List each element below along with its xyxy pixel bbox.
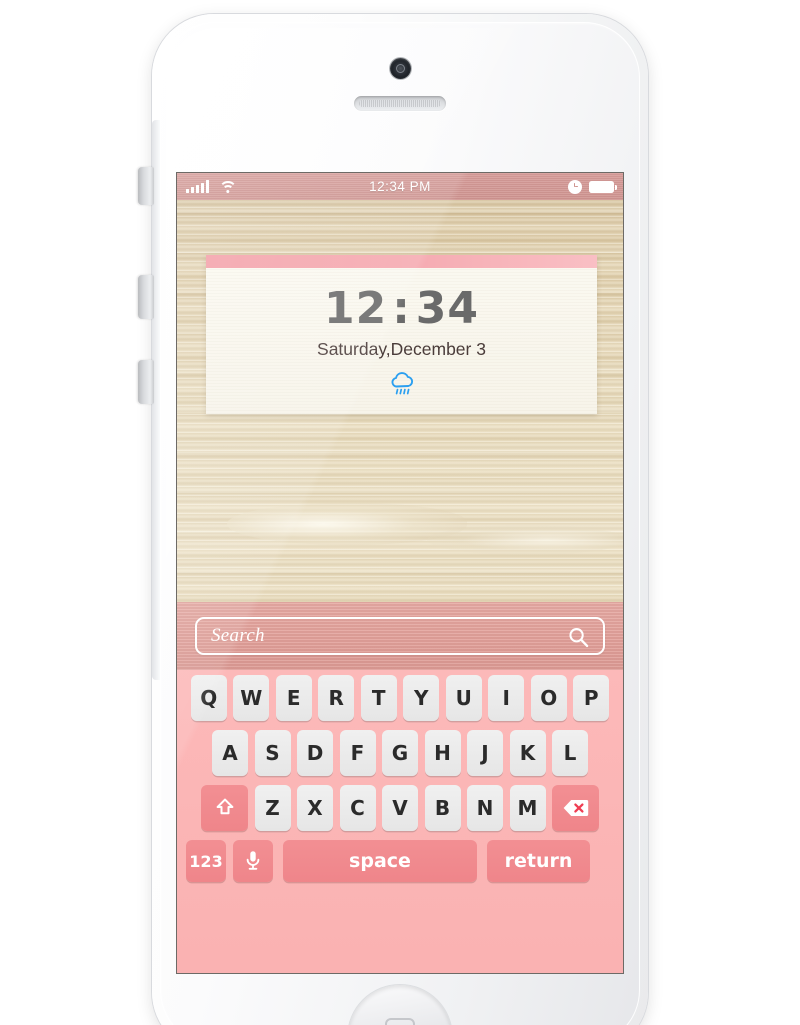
key-u[interactable]: U bbox=[445, 675, 482, 721]
keyboard-row-4: 123 space return bbox=[177, 840, 623, 882]
key-y[interactable]: Y bbox=[403, 675, 440, 721]
keyboard-row-1: Q W E R T Y U I O P bbox=[177, 675, 623, 721]
key-d[interactable]: D bbox=[297, 730, 333, 776]
volume-down-button[interactable] bbox=[138, 360, 154, 404]
battery-icon bbox=[589, 180, 618, 193]
keyboard-row-3: Z X C V B N M bbox=[177, 785, 623, 831]
key-a[interactable]: A bbox=[212, 730, 248, 776]
status-bar: 12:34 PM bbox=[177, 173, 623, 200]
return-key[interactable]: return bbox=[487, 840, 590, 882]
widget-colon: : bbox=[392, 283, 411, 334]
alarm-clock-icon bbox=[568, 179, 582, 194]
numeric-key[interactable]: 123 bbox=[186, 840, 226, 882]
shift-key[interactable] bbox=[201, 785, 248, 831]
key-c[interactable]: C bbox=[339, 785, 376, 831]
earpiece-mesh bbox=[359, 100, 441, 107]
key-n[interactable]: N bbox=[467, 785, 503, 831]
widget-clock-time: 12:34 bbox=[206, 283, 597, 334]
volume-up-button[interactable] bbox=[138, 275, 154, 319]
key-e[interactable]: E bbox=[275, 675, 312, 721]
magnifier-icon[interactable] bbox=[567, 626, 590, 649]
mute-switch[interactable] bbox=[138, 167, 154, 205]
clock-weather-widget[interactable]: 12:34 Saturday,December 3 bbox=[206, 255, 597, 414]
key-l[interactable]: L bbox=[552, 730, 588, 776]
key-b[interactable]: B bbox=[424, 785, 461, 831]
key-h[interactable]: H bbox=[424, 730, 461, 776]
search-placeholder-text: Search bbox=[211, 625, 265, 646]
widget-minutes: 34 bbox=[415, 283, 480, 334]
key-v[interactable]: V bbox=[382, 785, 418, 831]
home-button-square-icon bbox=[385, 1018, 415, 1025]
microphone-icon bbox=[246, 851, 260, 870]
shift-arrow-icon bbox=[216, 798, 233, 815]
widget-date-label: Saturday,December 3 bbox=[317, 339, 486, 359]
phone-screen: 12:34 PM 12:34 Saturday,December 3 Searc… bbox=[177, 173, 623, 973]
key-o[interactable]: O bbox=[530, 675, 567, 721]
key-x[interactable]: X bbox=[297, 785, 333, 831]
key-m[interactable]: M bbox=[509, 785, 546, 831]
key-i[interactable]: I bbox=[488, 675, 525, 721]
keyboard-row-2: A S D F G H J K L bbox=[177, 730, 623, 776]
microphone-key[interactable] bbox=[233, 840, 273, 882]
key-g[interactable]: G bbox=[382, 730, 418, 776]
key-s[interactable]: S bbox=[254, 730, 291, 776]
widget-hours: 12 bbox=[323, 283, 388, 334]
screenshot-root: 12:34 PM 12:34 Saturday,December 3 Searc… bbox=[0, 0, 800, 1025]
space-key[interactable]: space bbox=[283, 840, 477, 882]
key-z[interactable]: Z bbox=[254, 785, 291, 831]
delete-key[interactable] bbox=[552, 785, 599, 831]
key-w[interactable]: W bbox=[233, 675, 270, 721]
key-q[interactable]: Q bbox=[190, 675, 227, 721]
wood-grain-knot-secondary bbox=[427, 525, 623, 555]
status-bar-time: 12:34 PM bbox=[369, 179, 431, 194]
key-t[interactable]: T bbox=[360, 675, 397, 721]
status-bar-right-icons bbox=[568, 179, 618, 194]
key-p[interactable]: P bbox=[573, 675, 610, 721]
key-k[interactable]: K bbox=[509, 730, 546, 776]
rain-cloud-icon bbox=[391, 372, 413, 395]
backspace-delete-icon bbox=[563, 800, 588, 816]
key-j[interactable]: J bbox=[467, 730, 503, 776]
widget-weather bbox=[206, 371, 597, 398]
key-r[interactable]: R bbox=[318, 675, 355, 721]
search-input[interactable]: Search bbox=[195, 617, 605, 655]
front-camera-ring bbox=[396, 64, 405, 73]
onscreen-keyboard: Q W E R T Y U I O P A S D F G H J K L Z … bbox=[177, 670, 623, 973]
key-f[interactable]: F bbox=[339, 730, 376, 776]
search-band: Search bbox=[177, 602, 623, 670]
widget-accent-bar bbox=[206, 255, 597, 268]
